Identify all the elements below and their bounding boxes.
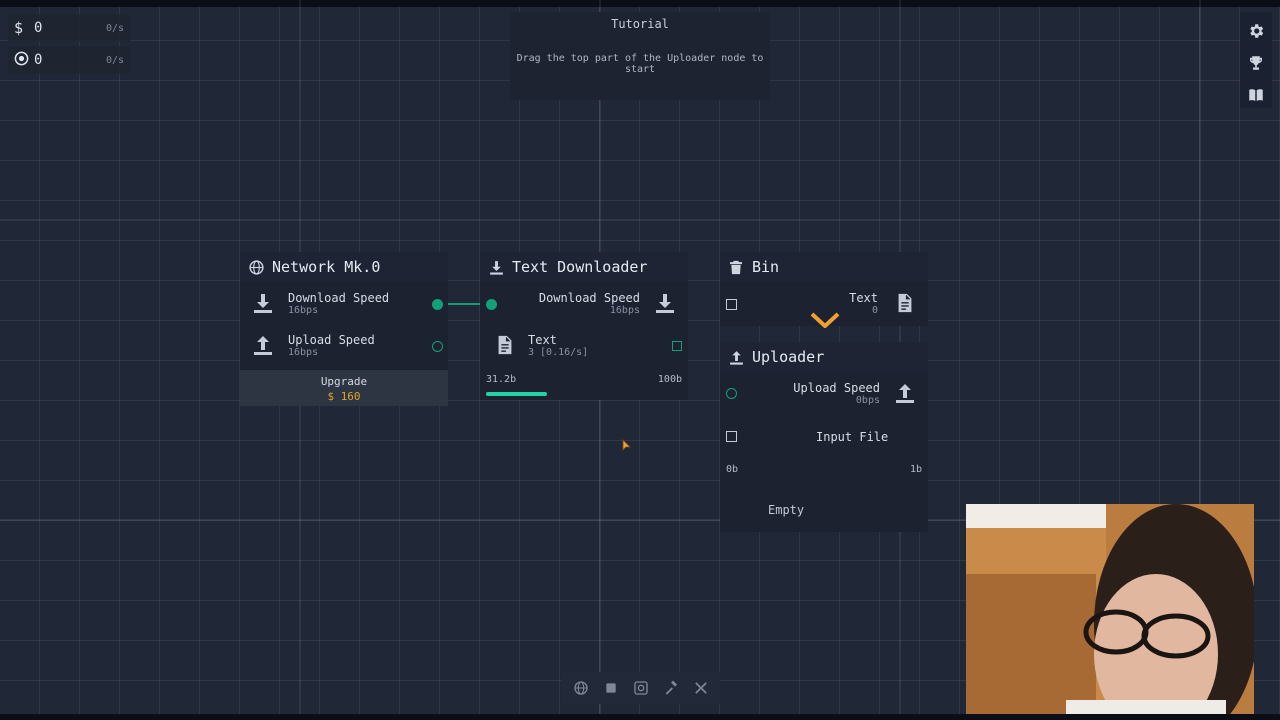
cursor-icon (622, 439, 631, 451)
webcam-image (966, 504, 1254, 720)
bin-text-value: 0 (871, 304, 878, 316)
uploader-range-min: 0b (726, 464, 739, 475)
download-icon (652, 290, 678, 316)
webcam-overlay (966, 504, 1254, 720)
uploader-speed-label: Upload Speed (793, 380, 880, 395)
chevron-down-icon (810, 312, 840, 328)
text-downloader-node[interactable]: Text Downloader Download Speed 16bps Tex… (480, 252, 688, 400)
downloader-text-value: 3 [0.16/s] (528, 346, 589, 358)
progress-current: 31.2b (486, 374, 517, 385)
upgrade-button[interactable]: Upgrade $ 160 (240, 370, 448, 406)
money-value: 0 (34, 20, 43, 36)
uploader-speed-row: Upload Speed 0bps (793, 380, 918, 406)
hammer-icon[interactable] (661, 678, 681, 698)
download-progress-bar (486, 392, 682, 396)
upload-icon (892, 380, 918, 406)
download-icon (250, 290, 276, 316)
bin-input-port[interactable] (726, 299, 737, 310)
downloader-text-port[interactable] (672, 341, 682, 351)
close-icon[interactable] (691, 678, 711, 698)
bottom-toolbar (562, 672, 720, 704)
downloader-text-label: Text (528, 332, 557, 347)
network-upload-row: Upload Speed 16bps (250, 332, 375, 358)
network-download-value: 16bps (288, 304, 319, 316)
downloader-download-label: Download Speed (538, 290, 640, 305)
resource-research: 0 0/s (8, 46, 130, 74)
globe-icon[interactable] (571, 678, 591, 698)
bin-header[interactable]: Bin (720, 252, 928, 282)
trash-icon (728, 258, 746, 276)
upload-icon (728, 348, 746, 366)
upgrade-label: Upgrade (320, 375, 368, 388)
uploader-node[interactable]: Uploader Upload Speed 0bps Input File 0b… (720, 342, 928, 532)
tutorial-panel: Tutorial Drag the top part of the Upload… (510, 12, 770, 100)
network-download-port[interactable] (432, 299, 443, 310)
gear-icon[interactable] (1246, 20, 1266, 42)
network-upload-label: Upload Speed (288, 332, 375, 347)
network-download-row: Download Speed 16bps (250, 290, 389, 316)
target-icon (14, 51, 30, 70)
globe-icon (248, 258, 266, 276)
dollar-icon: $ (14, 19, 24, 37)
cog-box-icon[interactable] (631, 678, 651, 698)
side-menu (1240, 12, 1272, 108)
text-downloader-title: Text Downloader (512, 258, 648, 276)
bin-text-row: Text 0 (849, 290, 918, 316)
uploader-speed-port[interactable] (726, 388, 737, 399)
bin-text-label: Text (849, 290, 878, 305)
progress-max: 100b (657, 374, 682, 385)
uploader-speed-value: 0bps (855, 394, 880, 406)
tutorial-title: Tutorial (611, 17, 669, 31)
uploader-input-label: Input File (816, 430, 889, 444)
upgrade-cost: $ 160 (240, 390, 448, 403)
network-node-header[interactable]: Network Mk.0 (240, 252, 448, 282)
network-upload-value: 16bps (288, 346, 319, 358)
tutorial-text: Drag the top part of the Uploader node t… (516, 53, 764, 75)
dollar-icon: $ (327, 390, 341, 403)
book-icon[interactable] (1246, 84, 1266, 106)
uploader-range-max: 1b (909, 464, 922, 475)
uploader-status: Empty (768, 503, 805, 517)
download-icon (488, 258, 506, 276)
top-bar (0, 0, 1280, 7)
downloader-download-port[interactable] (486, 299, 497, 310)
bin-title: Bin (752, 258, 780, 276)
upgrade-cost-value: 160 (340, 390, 361, 403)
downloader-text-row: Text 3 [0.16/s] (492, 332, 588, 358)
document-icon (892, 290, 918, 316)
bottom-bar (0, 714, 1280, 720)
upload-icon (250, 332, 276, 358)
grid-line (0, 219, 1280, 221)
network-node-title: Network Mk.0 (272, 258, 381, 276)
network-download-label: Download Speed (288, 290, 390, 305)
downloader-download-value: 16bps (609, 304, 640, 316)
document-icon (492, 332, 518, 358)
network-upload-port[interactable] (432, 341, 443, 352)
research-rate: 0/s (105, 54, 124, 66)
money-rate: 0/s (105, 22, 124, 34)
trophy-icon[interactable] (1246, 52, 1266, 74)
uploader-title: Uploader (752, 348, 825, 366)
uploader-input-port[interactable] (726, 431, 737, 442)
uploader-header[interactable]: Uploader (720, 342, 928, 372)
text-downloader-header[interactable]: Text Downloader (480, 252, 688, 282)
chip-icon[interactable] (601, 678, 621, 698)
downloader-download-row: Download Speed 16bps (539, 290, 678, 316)
resource-money: $ 0 0/s (8, 14, 130, 42)
download-progress-fill (486, 392, 548, 396)
network-node[interactable]: Network Mk.0 Download Speed 16bps Upload… (240, 252, 448, 406)
research-value: 0 (34, 52, 43, 68)
